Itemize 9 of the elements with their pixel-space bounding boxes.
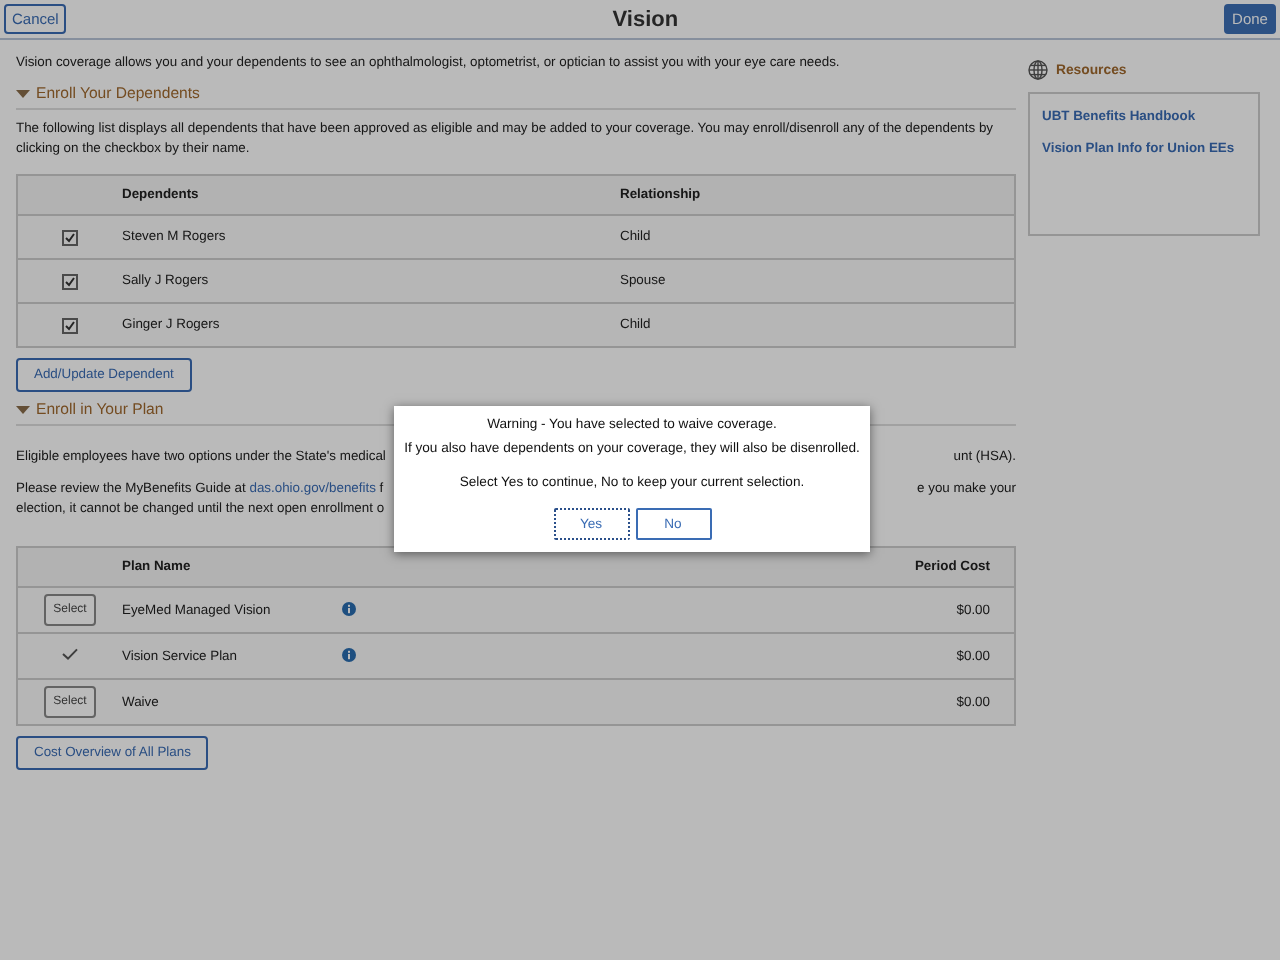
- collapse-triangle-icon[interactable]: [16, 86, 30, 100]
- checkbox[interactable]: [62, 229, 78, 245]
- info-icon[interactable]: [342, 602, 356, 617]
- checkbox[interactable]: [62, 317, 78, 333]
- collapse-triangle-icon[interactable]: [16, 402, 30, 416]
- page-title: Vision: [612, 7, 679, 31]
- info-icon[interactable]: [342, 648, 356, 663]
- globe-icon: [1028, 60, 1048, 80]
- checkbox[interactable]: [62, 273, 78, 289]
